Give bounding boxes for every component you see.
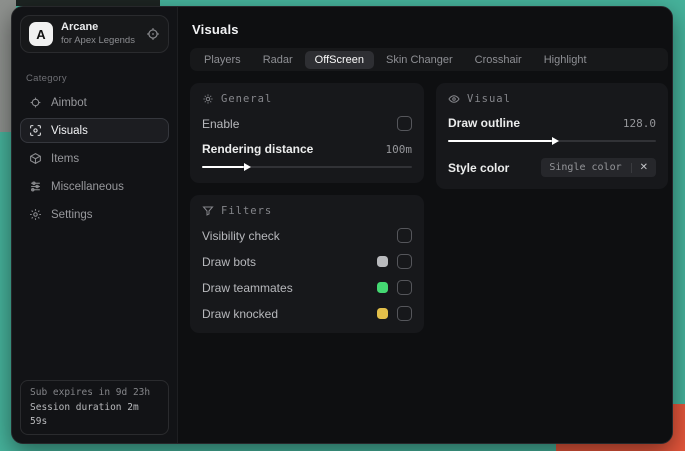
panels-area: General Enable Rendering distance 100m F… [178, 71, 672, 345]
style-color-select[interactable]: Single color ✕ [541, 158, 656, 177]
subscription-card: Sub expires in 9d 23h Session duration 2… [20, 380, 169, 435]
sidebar-item-miscellaneous[interactable]: Miscellaneous [20, 174, 169, 199]
general-panel-header: General [202, 93, 412, 105]
crosshair-icon [29, 96, 42, 109]
sidebar-item-aimbot[interactable]: Aimbot [20, 90, 169, 115]
visibility-check-checkbox[interactable] [397, 228, 412, 243]
rendering-distance-value: 100m [385, 142, 413, 156]
draw-outline-slider[interactable] [448, 137, 656, 145]
sidebar-item-label: Settings [51, 208, 93, 221]
app-names: Arcane for Apex Legends [61, 21, 146, 47]
sidebar-item-label: Items [51, 152, 80, 165]
draw-outline-value: 128.0 [622, 116, 656, 130]
draw-bots-checkbox[interactable] [397, 254, 412, 269]
general-panel: General Enable Rendering distance 100m [190, 83, 424, 183]
draw-outline-label: Draw outline [448, 116, 521, 130]
draw-knocked-checkbox[interactable] [397, 306, 412, 321]
draw-teammates-color-swatch[interactable] [377, 282, 388, 293]
sidebar-item-label: Aimbot [51, 96, 87, 109]
app-logo: A [29, 22, 53, 46]
filters-panel-header: Filters [202, 205, 412, 217]
app-subtitle: for Apex Legends [61, 34, 135, 46]
sidebar-item-label: Miscellaneous [51, 180, 124, 193]
slider-fill [448, 137, 559, 145]
rendering-distance-label: Rendering distance [202, 142, 314, 156]
rendering-distance-row: Rendering distance 100m [202, 142, 412, 156]
enable-checkbox[interactable] [397, 116, 412, 131]
draw-outline-row: Draw outline 128.0 [448, 116, 656, 130]
main-content: Visuals Players Radar OffScreen Skin Cha… [178, 7, 672, 443]
draw-knocked-label: Draw knocked [202, 306, 279, 321]
visibility-check-row: Visibility check [202, 228, 412, 243]
eye-icon [448, 93, 460, 105]
draw-bots-label: Draw bots [202, 254, 257, 269]
funnel-icon [202, 205, 214, 217]
visual-panel-header: Visual [448, 93, 656, 105]
tab-radar[interactable]: Radar [253, 51, 303, 69]
left-column: General Enable Rendering distance 100m F… [190, 83, 424, 333]
draw-teammates-checkbox[interactable] [397, 280, 412, 295]
gear-icon [29, 208, 42, 221]
filters-panel: Filters Visibility check Draw bots Draw … [190, 195, 424, 333]
visual-panel: Visual Draw outline 128.0 Style color Si… [436, 83, 668, 189]
draw-teammates-label: Draw teammates [202, 280, 293, 295]
tab-offscreen[interactable]: OffScreen [304, 50, 374, 69]
draw-bots-row: Draw bots [202, 254, 412, 269]
draw-knocked-color-swatch[interactable] [377, 308, 388, 319]
filters-panel-title: Filters [221, 205, 273, 217]
draw-teammates-row: Draw teammates [202, 280, 412, 295]
sidebar-item-visuals[interactable]: Visuals [20, 118, 169, 143]
visual-panel-title: Visual [467, 93, 511, 105]
style-color-label: Style color [448, 160, 510, 175]
box-icon [29, 152, 42, 165]
style-color-value: Single color [549, 162, 622, 173]
session-duration-text: Session duration 2m 59s [30, 401, 139, 427]
sidebar-nav: Aimbot Visuals Items Miscellaneous Setti… [12, 88, 177, 229]
general-panel-title: General [221, 93, 273, 105]
tab-players[interactable]: Players [194, 51, 251, 69]
sidebar-item-items[interactable]: Items [20, 146, 169, 171]
close-icon[interactable]: ✕ [630, 162, 648, 173]
desktop-background: A Arcane for Apex Legends Category Aimbo… [0, 0, 685, 451]
enable-label: Enable [202, 116, 240, 131]
app-window: A Arcane for Apex Legends Category Aimbo… [11, 6, 673, 444]
draw-bots-color-swatch[interactable] [377, 256, 388, 267]
tab-skin-changer[interactable]: Skin Changer [376, 51, 463, 69]
sliders-icon [29, 180, 42, 193]
tab-highlight[interactable]: Highlight [534, 51, 597, 69]
right-column: Visual Draw outline 128.0 Style color Si… [436, 83, 668, 189]
tab-crosshair[interactable]: Crosshair [465, 51, 532, 69]
bolt-nut-icon [202, 93, 214, 105]
tab-bar: Players Radar OffScreen Skin Changer Cro… [190, 48, 668, 71]
sidebar-item-label: Visuals [51, 124, 88, 137]
draw-knocked-row: Draw knocked [202, 306, 412, 321]
target-icon[interactable] [146, 27, 160, 41]
sidebar-item-settings[interactable]: Settings [20, 202, 169, 227]
eye-scan-icon [29, 124, 42, 137]
app-name: Arcane [61, 21, 99, 34]
sidebar: A Arcane for Apex Legends Category Aimbo… [12, 7, 178, 443]
enable-row: Enable [202, 116, 412, 131]
app-header-card: A Arcane for Apex Legends [20, 15, 169, 53]
category-label: Category [26, 73, 67, 84]
sub-expires-text: Sub expires in 9d 23h [30, 387, 151, 399]
page-title: Visuals [192, 22, 239, 37]
rendering-distance-slider[interactable] [202, 163, 412, 171]
style-color-row: Style color Single color ✕ [448, 158, 656, 177]
slider-fill [202, 163, 251, 171]
visibility-check-label: Visibility check [202, 228, 280, 243]
